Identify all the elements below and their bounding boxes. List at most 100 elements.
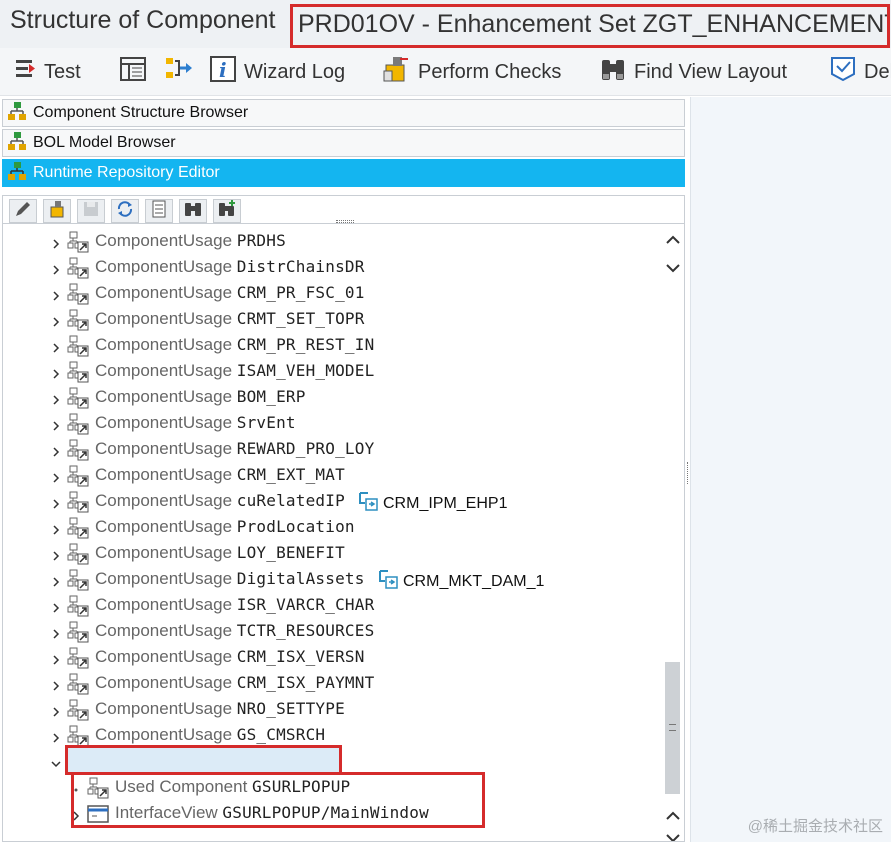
check-button[interactable] bbox=[43, 199, 71, 223]
tree-node[interactable]: ComponentUsage REWARD_PRO_LOY bbox=[3, 436, 663, 462]
chevron-right-icon[interactable] bbox=[51, 626, 61, 639]
chevron-right-icon[interactable] bbox=[51, 444, 61, 457]
tree-node[interactable]: ComponentUsage CRM_PR_FSC_01 bbox=[3, 280, 663, 306]
chevron-right-icon[interactable] bbox=[51, 496, 61, 509]
chevron-right-icon[interactable] bbox=[51, 262, 61, 275]
delete-label: Del bbox=[864, 60, 891, 83]
node-name: CRM_ISX_PAYMNT bbox=[236, 673, 375, 692]
node-name: NRO_SETTYPE bbox=[236, 699, 345, 718]
chevron-right-icon[interactable] bbox=[51, 314, 61, 327]
browser-tab-label: Component Structure Browser bbox=[33, 104, 249, 121]
tree-node[interactable]: ComponentUsage CRM_PR_REST_IN bbox=[3, 332, 663, 358]
chevron-right-icon[interactable] bbox=[51, 470, 61, 483]
vertical-scrollbar[interactable] bbox=[661, 224, 684, 841]
node-name: CRM_PR_REST_IN bbox=[236, 335, 375, 354]
chevron-right-icon[interactable] bbox=[51, 418, 61, 431]
chevron-right-icon[interactable] bbox=[51, 236, 61, 249]
find-view-layout-button[interactable]: Find View Layout bbox=[600, 57, 787, 87]
chevron-right-icon[interactable] bbox=[51, 288, 61, 301]
window-title-prefix: Structure of Component bbox=[10, 6, 276, 34]
binoculars-plus-icon bbox=[218, 199, 236, 223]
chevron-right-icon[interactable] bbox=[51, 730, 61, 743]
node-label: ComponentUsage SrvEnt bbox=[95, 413, 296, 433]
edit-button[interactable] bbox=[9, 199, 37, 223]
tree-node[interactable]: ComponentUsage DigitalAssets CRM_MKT_DAM_… bbox=[3, 566, 663, 592]
component-ref-icon bbox=[357, 490, 379, 517]
scrollbar-thumb[interactable] bbox=[665, 662, 680, 794]
chevron-right-icon[interactable] bbox=[51, 340, 61, 353]
layout-button[interactable] bbox=[120, 57, 146, 87]
chevron-right-icon[interactable] bbox=[51, 392, 61, 405]
node-type: ComponentUsage bbox=[95, 465, 237, 484]
tree-node[interactable]: ComponentUsage SrvEnt bbox=[3, 410, 663, 436]
document-button[interactable] bbox=[145, 199, 173, 223]
bol-model-browser-tab[interactable]: BOL Model Browser bbox=[2, 129, 685, 157]
node-type: ComponentUsage bbox=[95, 621, 237, 640]
node-type: ComponentUsage bbox=[95, 491, 237, 510]
chevron-down-icon[interactable] bbox=[51, 756, 61, 768]
test-icon bbox=[14, 58, 36, 86]
tree-node[interactable]: ComponentUsage DistrChainsDR bbox=[3, 254, 663, 280]
tree-node[interactable]: ComponentUsage PRDHS bbox=[3, 228, 663, 254]
node-name: BOM_ERP bbox=[236, 387, 306, 406]
chevron-right-icon[interactable] bbox=[51, 366, 61, 379]
test-button[interactable]: Test bbox=[14, 57, 81, 87]
node-type: ComponentUsage bbox=[95, 595, 237, 614]
navigate-button[interactable] bbox=[165, 57, 193, 87]
refresh-button[interactable] bbox=[111, 199, 139, 223]
chevron-right-icon[interactable] bbox=[51, 678, 61, 691]
referenced-component: CRM_MKT_DAM_1 bbox=[377, 568, 544, 595]
svg-text:i: i bbox=[219, 58, 227, 82]
tree-node[interactable]: ComponentUsage ISR_VARCR_CHAR bbox=[3, 592, 663, 618]
node-label: ComponentUsage ProdLocation bbox=[95, 517, 355, 537]
chevron-right-icon[interactable] bbox=[51, 574, 61, 587]
component-structure-browser-tab[interactable]: Component Structure Browser bbox=[2, 99, 685, 127]
node-type: ComponentUsage bbox=[95, 517, 237, 536]
tree-node[interactable]: ComponentUsage CRM_ISX_PAYMNT bbox=[3, 670, 663, 696]
scroll-up-icon[interactable] bbox=[666, 232, 680, 250]
tree-node[interactable]: ComponentUsage TCTR_RESOURCES bbox=[3, 618, 663, 644]
tree-node[interactable]: ComponentUsage CRM_EXT_MAT bbox=[3, 462, 663, 488]
node-label: ComponentUsage ISR_VARCR_CHAR bbox=[95, 595, 374, 615]
perform-checks-button[interactable]: Perform Checks bbox=[382, 57, 561, 87]
right-panel bbox=[690, 97, 891, 842]
node-name: TCTR_RESOURCES bbox=[236, 621, 375, 640]
perform-checks-label: Perform Checks bbox=[418, 60, 562, 83]
tree-node[interactable]: ComponentUsage ISAM_VEH_MODEL bbox=[3, 358, 663, 384]
tree-node[interactable]: ComponentUsage ProdLocation bbox=[3, 514, 663, 540]
tree-node[interactable]: ComponentUsage LOY_BENEFIT bbox=[3, 540, 663, 566]
navigate-icon bbox=[165, 56, 193, 88]
tree-node[interactable]: ComponentUsage BOM_ERP bbox=[3, 384, 663, 410]
scroll-up-icon[interactable] bbox=[666, 808, 680, 826]
node-type: ComponentUsage bbox=[95, 335, 237, 354]
find-button[interactable] bbox=[179, 199, 207, 223]
tree-node[interactable]: ComponentUsage cuRelatedIP CRM_IPM_EHP1 bbox=[3, 488, 663, 514]
tree-node[interactable]: ComponentUsage NRO_SETTYPE bbox=[3, 696, 663, 722]
node-label: ComponentUsage cuRelatedIP bbox=[95, 491, 345, 511]
browser-tab-label: Runtime Repository Editor bbox=[33, 164, 220, 181]
save-button[interactable] bbox=[77, 199, 105, 223]
chevron-right-icon[interactable] bbox=[51, 548, 61, 561]
chevron-right-icon[interactable] bbox=[51, 600, 61, 613]
delete-button[interactable]: Del bbox=[830, 57, 891, 87]
chevron-right-icon[interactable] bbox=[51, 652, 61, 665]
wizard-log-button[interactable]: i Wizard Log bbox=[210, 56, 345, 87]
browser-tab-label: BOL Model Browser bbox=[33, 134, 176, 151]
node-name: cuRelatedIP bbox=[236, 491, 345, 510]
node-label: ComponentUsage CRM_ISX_PAYMNT bbox=[95, 673, 374, 693]
chevron-right-icon[interactable] bbox=[51, 522, 61, 535]
node-name: ISAM_VEH_MODEL bbox=[236, 361, 375, 380]
node-name: CRM_ISX_VERSN bbox=[236, 647, 365, 666]
delete-icon bbox=[830, 56, 856, 88]
runtime-repository-editor-tab[interactable]: Runtime Repository Editor bbox=[2, 159, 685, 187]
scroll-down-icon[interactable] bbox=[666, 260, 680, 278]
find-next-button[interactable] bbox=[213, 199, 241, 223]
tree-node[interactable]: ComponentUsage CRMT_SET_TOPR bbox=[3, 306, 663, 332]
refresh-icon bbox=[116, 200, 134, 223]
scroll-down-icon[interactable] bbox=[666, 830, 680, 841]
repository-tree: ComponentUsage PRDHS ComponentUsage Distr… bbox=[2, 223, 685, 842]
chevron-right-icon[interactable] bbox=[51, 704, 61, 717]
find-view-layout-label: Find View Layout bbox=[634, 60, 788, 83]
node-type: ComponentUsage bbox=[95, 439, 237, 458]
tree-node[interactable]: ComponentUsage CRM_ISX_VERSN bbox=[3, 644, 663, 670]
